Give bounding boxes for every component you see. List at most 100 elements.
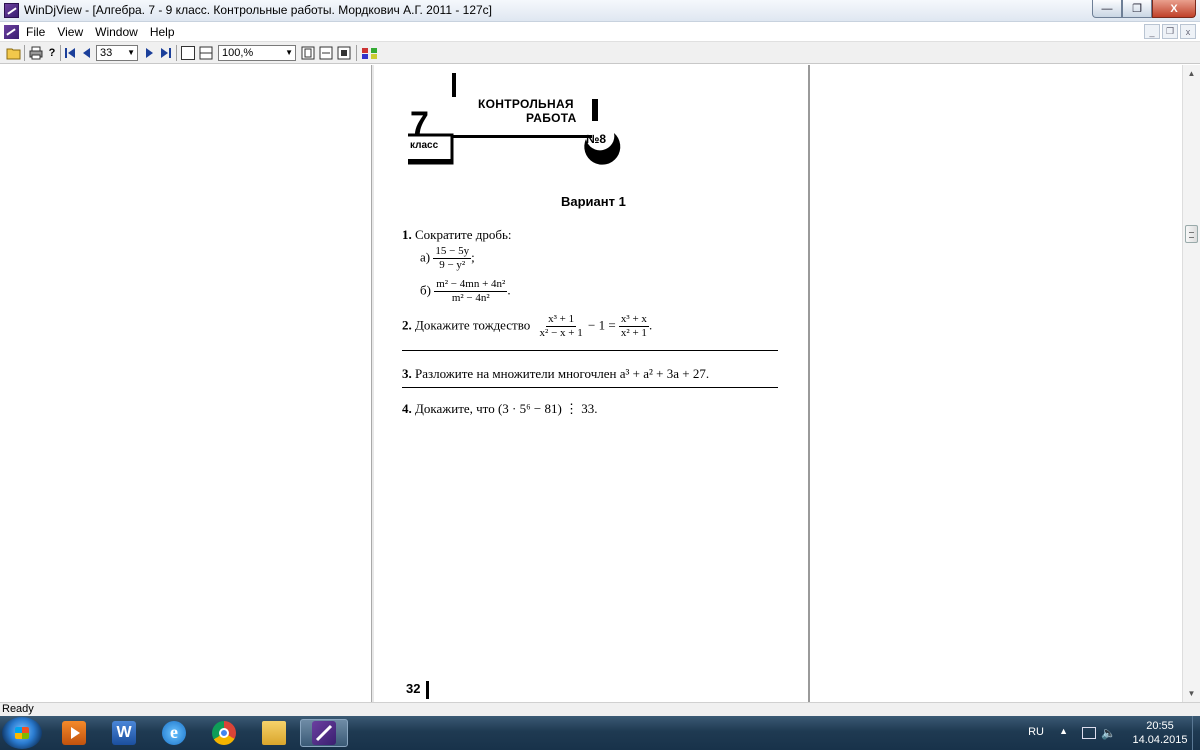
exercise-4-number: 4. — [402, 401, 412, 416]
open-folder-icon[interactable] — [6, 45, 22, 61]
volume-icon[interactable]: 🔈 — [1101, 726, 1116, 740]
vertical-scrollbar[interactable]: ▲ ▼ — [1182, 65, 1200, 702]
scrollbar-thumb[interactable] — [1185, 225, 1198, 243]
exercise-2-end: . — [648, 317, 653, 333]
mdi-restore-button[interactable]: ❐ — [1162, 24, 1178, 39]
menu-bar: File View Window Help _ ❐ x — [0, 22, 1200, 42]
exercise-1b-fraction: m² − 4mn + 4n² m² − 4n² — [434, 278, 508, 305]
mdi-minimize-button[interactable]: _ — [1144, 24, 1160, 39]
exercise-2-right-fraction: x³ + x x² + 1 — [618, 313, 649, 340]
exercise-3: 3. Разложите на множители многочлен a³ +… — [402, 366, 709, 382]
exercise-1b: б) m² − 4mn + 4n² m² − 4n² . — [420, 278, 511, 305]
last-page-icon[interactable] — [160, 45, 172, 61]
fit-width-icon[interactable] — [318, 45, 334, 61]
document-icon[interactable] — [4, 25, 19, 39]
next-page-icon[interactable] — [144, 45, 156, 61]
windjview-app-icon[interactable] — [4, 3, 19, 18]
clock-date: 14.04.2015 — [1132, 734, 1188, 746]
status-text: Ready — [2, 703, 34, 715]
exercise-2-middle: − 1 = — [588, 317, 616, 333]
document-page: 7 класс КОНТРОЛЬНАЯ РАБОТА №8 Вариант 1 … — [374, 65, 810, 702]
close-button[interactable]: X — [1152, 0, 1196, 18]
print-icon[interactable] — [28, 45, 44, 61]
exercise-2-text: Докажите тождество — [415, 317, 531, 333]
exercise-1-number: 1. — [402, 227, 412, 242]
actual-size-icon[interactable] — [336, 45, 352, 61]
menu-help[interactable]: Help — [150, 25, 175, 39]
language-indicator[interactable]: RU — [1028, 726, 1044, 738]
menu-window[interactable]: Window — [95, 25, 138, 39]
fraction-numerator: m² − 4mn + 4n² — [434, 278, 508, 292]
show-hidden-icons-icon[interactable]: ▲ — [1059, 726, 1068, 736]
clock[interactable]: 20:55 14.04.2015 — [1130, 719, 1190, 747]
navigation-pane[interactable] — [0, 65, 372, 702]
page-number-value: 33 — [100, 47, 113, 59]
divider-line — [402, 387, 778, 388]
zoom-value: 100,% — [222, 47, 254, 59]
exercise-2-left-fraction: x³ + 1 x² − x + 1 — [538, 313, 585, 340]
clock-time: 20:55 — [1146, 720, 1174, 732]
menu-view[interactable]: View — [57, 25, 83, 39]
scroll-down-icon[interactable]: ▼ — [1183, 685, 1200, 702]
exercise-4: 4. Докажите, что (3 · 5⁶ − 81) ⋮ 33. — [402, 401, 598, 417]
first-page-icon[interactable] — [64, 45, 76, 61]
status-bar: Ready — [0, 702, 1200, 716]
fit-page-icon[interactable] — [300, 45, 316, 61]
page-number: 32 — [406, 681, 421, 696]
zoom-input[interactable]: 100,% ▼ — [218, 45, 296, 61]
exercise-1a-fraction: 15 − 5y 9 − y² — [433, 245, 472, 272]
scroll-up-icon[interactable]: ▲ — [1183, 65, 1200, 82]
fraction-denominator: 9 − y² — [439, 259, 466, 271]
exercise-1a-end: ; — [471, 249, 475, 265]
grade-number: 7 — [410, 105, 429, 143]
chevron-down-icon[interactable]: ▼ — [127, 46, 135, 60]
chevron-down-icon[interactable]: ▼ — [285, 46, 293, 60]
windjview-icon[interactable] — [300, 719, 348, 747]
exercise-2-number: 2. — [402, 317, 412, 333]
previous-page-icon[interactable] — [80, 45, 92, 61]
chrome-icon[interactable] — [200, 719, 248, 747]
taskbar: W e RU ▲ 🔈 20:55 14.04.2015 — [0, 716, 1200, 750]
explorer-icon[interactable] — [250, 719, 298, 747]
exercise-1: 1. Сократите дробь: — [402, 227, 512, 243]
exercise-2: 2. Докажите тождество x³ + 1 x² − x + 1 … — [402, 313, 652, 340]
grade-label: класс — [410, 140, 439, 151]
help-icon[interactable]: ? — [46, 45, 58, 61]
exercise-1a-label: а) — [420, 249, 431, 265]
media-player-icon[interactable] — [50, 719, 98, 747]
continuous-page-icon[interactable] — [198, 45, 214, 61]
page-number-input[interactable]: 33 ▼ — [96, 45, 138, 61]
fraction-numerator: x³ + x — [618, 313, 649, 327]
divider-line — [402, 350, 778, 351]
mdi-controls: _ ❐ x — [1144, 24, 1196, 39]
exercise-3-number: 3. — [402, 366, 412, 381]
exercise-1b-label: б) — [420, 282, 431, 298]
worksheet-banner-graphic — [408, 73, 621, 165]
single-page-icon[interactable] — [180, 45, 196, 61]
maximize-button[interactable]: ❐ — [1122, 0, 1152, 18]
fraction-denominator: x² − x + 1 — [539, 327, 583, 339]
exercise-3-text: Разложите на множители многочлен a³ + a²… — [415, 366, 710, 381]
fraction-denominator: m² − 4n² — [451, 292, 490, 304]
word-icon[interactable]: W — [100, 719, 148, 747]
start-button[interactable] — [2, 717, 42, 749]
title-bar: WinDjView - [Алгебра. 7 - 9 класс. Контр… — [0, 0, 1200, 22]
system-tray: RU ▲ 🔈 20:55 14.04.2015 — [1000, 716, 1200, 750]
ie-icon[interactable]: e — [150, 719, 198, 747]
menu-file[interactable]: File — [26, 25, 45, 39]
exercise-1a: а) 15 − 5y 9 − y² ; — [420, 245, 475, 272]
page-number-mark — [426, 681, 429, 699]
window-title: WinDjView - [Алгебра. 7 - 9 класс. Контр… — [24, 3, 493, 17]
exercise-4-text: Докажите, что (3 · 5⁶ − 81) ⋮ 33. — [415, 401, 598, 416]
banner-title-line1: КОНТРОЛЬНАЯ — [478, 97, 574, 111]
banner-title-line2: РАБОТА — [526, 111, 577, 125]
network-icon[interactable] — [1082, 727, 1096, 739]
mdi-close-button[interactable]: x — [1180, 24, 1196, 39]
minimize-button[interactable]: — — [1092, 0, 1122, 18]
fraction-denominator: x² + 1 — [620, 327, 647, 339]
window-controls: — ❐ X — [1092, 0, 1196, 18]
menu-items: File View Window Help — [26, 25, 175, 39]
document-view[interactable]: 7 класс КОНТРОЛЬНАЯ РАБОТА №8 Вариант 1 … — [374, 65, 1182, 702]
display-mode-icon[interactable] — [360, 45, 380, 61]
show-desktop-button[interactable] — [1192, 716, 1200, 750]
